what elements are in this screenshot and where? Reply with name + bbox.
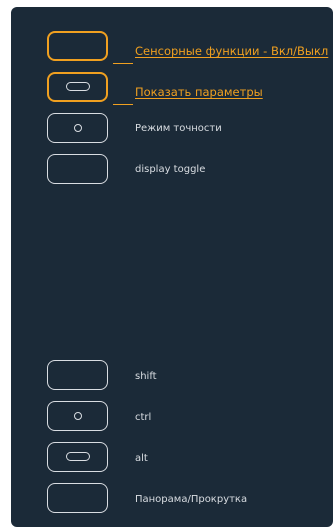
touch-toggle-label: Сенсорные функции - Вкл/Выкл <box>135 44 329 58</box>
show-settings-key[interactable] <box>47 72 108 102</box>
show-settings-leader-line <box>113 104 133 105</box>
pill-icon <box>65 452 90 461</box>
ctrl-key[interactable] <box>47 401 108 431</box>
pan-scroll-key[interactable] <box>47 483 108 513</box>
shift-key[interactable] <box>47 360 108 390</box>
shift-label: shift <box>135 371 157 382</box>
show-settings-label: Показать параметры <box>135 85 263 99</box>
ctrl-label: ctrl <box>135 412 152 423</box>
dot-icon <box>73 412 82 420</box>
touch-toggle-leader-line <box>113 63 133 64</box>
express-keys-panel: Сенсорные функции - Вкл/Выкл Показать па… <box>11 7 333 527</box>
dot-icon <box>73 124 82 132</box>
precision-mode-label: Режим точности <box>135 123 222 134</box>
precision-mode-key[interactable] <box>47 113 108 143</box>
display-toggle-label: display toggle <box>135 164 206 175</box>
pan-scroll-label: Панорама/Прокрутка <box>135 494 248 505</box>
alt-label: alt <box>135 453 148 464</box>
touch-toggle-key[interactable] <box>47 31 108 61</box>
alt-key[interactable] <box>47 442 108 472</box>
pill-icon <box>65 82 90 91</box>
display-toggle-key[interactable] <box>47 154 108 184</box>
